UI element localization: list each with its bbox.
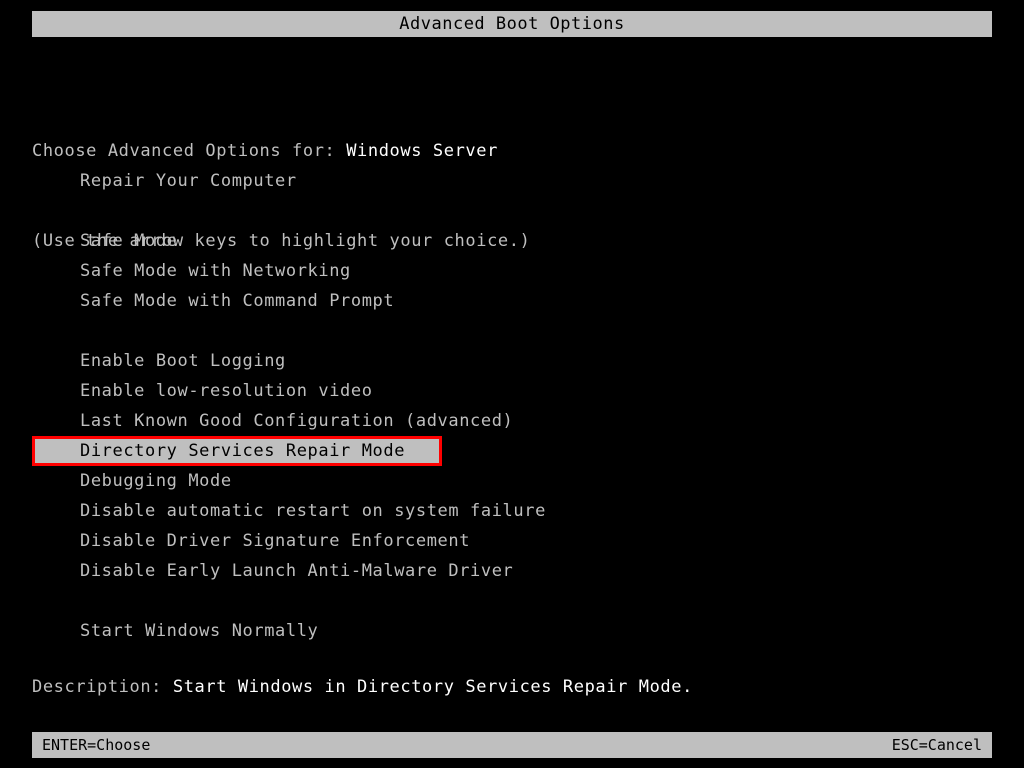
choose-options-line: Choose Advanced Options for: Windows Ser…	[32, 136, 530, 166]
menu-item-row[interactable]: Debugging Mode	[0, 466, 1024, 496]
boot-options-screen: Advanced Boot Options Choose Advanced Op…	[0, 0, 1024, 768]
menu-item-row[interactable]: Safe Mode	[0, 226, 1024, 256]
description-line: Description: Start Windows in Directory …	[32, 676, 693, 698]
esc-cancel-hint[interactable]: ESC=Cancel	[892, 732, 982, 758]
menu-item-row[interactable]: Disable Driver Signature Enforcement	[0, 526, 1024, 556]
menu-item-label[interactable]: Safe Mode with Networking	[80, 256, 351, 286]
menu-item-label[interactable]: Repair Your Computer	[80, 166, 297, 196]
menu-item-label[interactable]: Last Known Good Configuration (advanced)	[80, 406, 513, 436]
status-bar: ENTER=Choose ESC=Cancel	[32, 732, 992, 758]
menu-group-spacer	[0, 316, 1024, 346]
menu-item-row[interactable]: Repair Your Computer	[0, 166, 1024, 196]
menu-item-label[interactable]: Enable low-resolution video	[80, 376, 373, 406]
menu-item-row[interactable]: Disable automatic restart on system fail…	[0, 496, 1024, 526]
description-value: Start Windows in Directory Services Repa…	[172, 677, 693, 697]
menu-item-label[interactable]: Disable automatic restart on system fail…	[80, 496, 546, 526]
description-label: Description:	[32, 677, 173, 697]
menu-item-row[interactable]: Enable Boot Logging	[0, 346, 1024, 376]
menu-group-spacer	[0, 586, 1024, 616]
menu-item-label[interactable]: Disable Driver Signature Enforcement	[80, 526, 470, 556]
os-name-value: Windows Server	[346, 141, 498, 161]
menu-item-label[interactable]: Enable Boot Logging	[80, 346, 286, 376]
menu-item-label[interactable]: Safe Mode with Command Prompt	[80, 286, 394, 316]
menu-item-label[interactable]: Safe Mode	[80, 226, 178, 256]
menu-item-row[interactable]: Enable low-resolution video	[0, 376, 1024, 406]
menu-item-row[interactable]: Disable Early Launch Anti-Malware Driver	[0, 556, 1024, 586]
menu-item-row[interactable]: Start Windows Normally	[0, 616, 1024, 646]
choose-options-label: Choose Advanced Options for:	[32, 141, 347, 161]
menu-item-row[interactable]: Safe Mode with Networking	[0, 256, 1024, 286]
enter-choose-hint[interactable]: ENTER=Choose	[42, 732, 150, 758]
menu-item-label[interactable]: Disable Early Launch Anti-Malware Driver	[80, 556, 513, 586]
window-title-bar: Advanced Boot Options	[32, 11, 992, 37]
boot-options-menu[interactable]: Repair Your Computer Safe Mode Safe Mode w…	[0, 166, 1024, 646]
menu-item-label[interactable]: Debugging Mode	[80, 466, 232, 496]
menu-item-row[interactable]: Directory Services Repair Mode	[0, 436, 1024, 466]
menu-item-row[interactable]: Last Known Good Configuration (advanced)	[0, 406, 1024, 436]
menu-group-spacer	[0, 196, 1024, 226]
menu-item-label[interactable]: Directory Services Repair Mode	[80, 436, 405, 466]
menu-item-label[interactable]: Start Windows Normally	[80, 616, 318, 646]
menu-item-row[interactable]: Safe Mode with Command Prompt	[0, 286, 1024, 316]
